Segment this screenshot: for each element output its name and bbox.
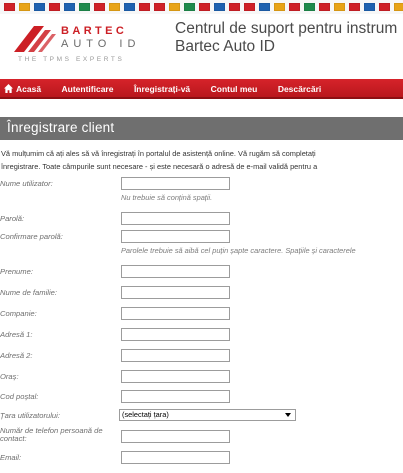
- site-title-line1: Centrul de suport pentru instrum: [175, 20, 398, 37]
- language-flag-icon[interactable]: [169, 3, 180, 11]
- page-title: Înregistrare client: [7, 120, 115, 135]
- language-flag-icon[interactable]: [214, 3, 225, 11]
- site-title: Centrul de suport pentru instrum Bartec …: [175, 20, 397, 56]
- language-flag-icon[interactable]: [274, 3, 285, 11]
- language-flag-icon[interactable]: [64, 3, 75, 11]
- country-label: Țara utilizatorului:: [0, 411, 60, 420]
- logo-swoosh-icon: [14, 26, 56, 52]
- language-flag-icon[interactable]: [34, 3, 45, 11]
- language-flag-icon[interactable]: [199, 3, 210, 11]
- username-input[interactable]: [121, 177, 230, 190]
- confirm-password-row: Confirmare parolă: Parolele trebuie să a…: [0, 230, 403, 255]
- language-flag-icon[interactable]: [139, 3, 150, 11]
- company-label: Companie:: [0, 309, 37, 318]
- nav-home[interactable]: Acasă: [4, 79, 42, 97]
- firstname-label: Prenume:: [0, 267, 33, 276]
- nav-home-label: Acasă: [16, 84, 42, 94]
- postcode-row: Cod poștal:: [0, 390, 403, 410]
- phone-row: Număr de telefon persoană de contact:: [0, 427, 403, 447]
- firstname-input[interactable]: [121, 265, 230, 278]
- language-flag-icon[interactable]: [289, 3, 300, 11]
- language-flag-icon[interactable]: [49, 3, 60, 11]
- address2-input[interactable]: [121, 349, 230, 362]
- language-flag-icon[interactable]: [229, 3, 240, 11]
- intro-text: Vă mulțumim că ați ales să vă înregistra…: [0, 147, 403, 173]
- nav-register[interactable]: Înregistrați-vă: [134, 79, 190, 97]
- lastname-row: Nume de familie:: [0, 286, 403, 306]
- firstname-row: Prenume:: [0, 265, 403, 285]
- language-flag-icon[interactable]: [379, 3, 390, 11]
- language-flag-icon[interactable]: [4, 3, 15, 11]
- language-flag-icon[interactable]: [154, 3, 165, 11]
- language-flag-icon[interactable]: [319, 3, 330, 11]
- intro-line-1: Vă mulțumim că ați ales să vă înregistra…: [1, 149, 316, 158]
- lastname-label: Nume de familie:: [0, 288, 57, 297]
- city-row: Oraș:: [0, 370, 403, 390]
- nav-downloads[interactable]: Descărcări: [278, 79, 321, 97]
- address2-label: Adresă 2:: [0, 351, 33, 360]
- language-flag-icon[interactable]: [304, 3, 315, 11]
- home-icon: [4, 84, 13, 93]
- language-flag-icon[interactable]: [19, 3, 30, 11]
- nav-login[interactable]: Autentificare: [62, 79, 114, 97]
- logo-auto-text: AUTO ID: [61, 38, 141, 50]
- address1-label: Adresă 1:: [0, 330, 33, 339]
- chevron-down-icon: [285, 413, 291, 417]
- language-flag-icon[interactable]: [124, 3, 135, 11]
- language-flag-icon[interactable]: [364, 3, 375, 11]
- password-label: Parolă:: [0, 214, 25, 223]
- city-label: Oraș:: [0, 372, 19, 381]
- language-flag-icon[interactable]: [394, 3, 403, 11]
- language-flag-icon[interactable]: [184, 3, 195, 11]
- city-input[interactable]: [121, 370, 230, 383]
- company-row: Companie:: [0, 307, 403, 327]
- language-flag-icon[interactable]: [259, 3, 270, 11]
- postcode-input[interactable]: [121, 390, 230, 403]
- address2-row: Adresă 2:: [0, 349, 403, 369]
- phone-input[interactable]: [121, 430, 230, 443]
- intro-line-2: înregistrare. Toate câmpurile sunt neces…: [1, 162, 318, 171]
- password-input[interactable]: [121, 212, 230, 225]
- confirm-password-label: Confirmare parolă:: [0, 232, 63, 241]
- language-flag-icon[interactable]: [244, 3, 255, 11]
- country-select[interactable]: (selectați țara): [119, 409, 296, 421]
- section-header: Înregistrare client: [0, 117, 403, 140]
- site-header: BARTEC AUTO ID THE TPMS EXPERTS Centrul …: [0, 14, 403, 76]
- nav-my-account[interactable]: Contul meu: [211, 79, 258, 97]
- language-flag-strip: [0, 0, 403, 14]
- postcode-label: Cod poștal:: [0, 392, 39, 401]
- country-selected-value: (selectați țara): [122, 410, 169, 419]
- language-flag-icon[interactable]: [349, 3, 360, 11]
- company-input[interactable]: [121, 307, 230, 320]
- main-navbar: Acasă Autentificare Înregistrați-vă Cont…: [0, 79, 403, 99]
- username-label: Nume utilizator:: [0, 179, 53, 188]
- lastname-input[interactable]: [121, 286, 230, 299]
- language-flag-icon[interactable]: [334, 3, 345, 11]
- site-title-line2: Bartec Auto ID: [175, 38, 275, 55]
- address1-row: Adresă 1:: [0, 328, 403, 348]
- phone-label: Număr de telefon persoană de contact:: [0, 426, 103, 443]
- language-flag-icon[interactable]: [79, 3, 90, 11]
- email-row: Email:: [0, 451, 403, 471]
- password-hint: Parolele trebuie să aibă cel puțin șapte…: [121, 246, 356, 255]
- confirm-password-input[interactable]: [121, 230, 230, 243]
- address1-input[interactable]: [121, 328, 230, 341]
- username-hint: Nu trebuie să conțină spații.: [121, 193, 213, 202]
- logo-tagline: THE TPMS EXPERTS: [18, 56, 125, 63]
- username-row: Nume utilizator: Nu trebuie să conțină s…: [0, 177, 403, 202]
- password-row: Parolă:: [0, 212, 403, 232]
- logo-brand-text: BARTEC: [61, 25, 128, 37]
- language-flag-icon[interactable]: [94, 3, 105, 11]
- bartec-logo[interactable]: BARTEC AUTO ID THE TPMS EXPERTS: [14, 22, 164, 72]
- email-label: Email:: [0, 453, 22, 462]
- email-input[interactable]: [121, 451, 230, 464]
- language-flag-icon[interactable]: [109, 3, 120, 11]
